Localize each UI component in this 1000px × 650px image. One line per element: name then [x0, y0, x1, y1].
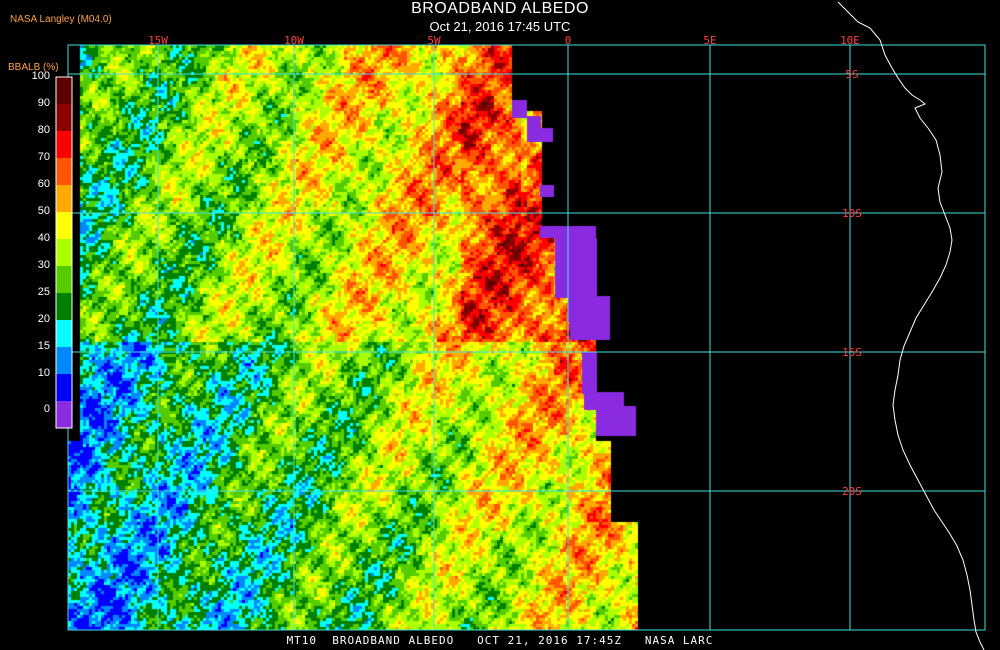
colorbar-tick-label: 10 — [37, 367, 50, 379]
colorbar-swatch — [56, 185, 72, 212]
colorbar-tick-label: 15 — [37, 340, 50, 352]
colorbar-swatch — [56, 77, 72, 104]
latitude-label: 20S — [842, 485, 862, 498]
colorbar-tick-label: 30 — [37, 259, 50, 271]
colorbar-tick-label: 80 — [37, 124, 50, 136]
colorbar-swatch — [56, 401, 72, 428]
colorbar-tick-label: 70 — [37, 151, 50, 163]
colorbar-swatch — [56, 239, 72, 266]
colorbar-tick-label: 50 — [37, 205, 50, 217]
colorbar-tick-label: 0 — [43, 403, 50, 415]
latitude-label: 5S — [845, 68, 858, 81]
map-subtitle: Oct 21, 2016 17:45 UTC — [429, 19, 571, 34]
colorbar-tick-label: 25 — [37, 286, 50, 298]
colorbar-tick-label: 20 — [37, 313, 50, 325]
colorbar-swatch — [56, 293, 72, 320]
colorbar-swatch — [56, 104, 72, 131]
colorbar-tick-label: 90 — [37, 97, 50, 109]
map-title: BROADBAND ALBEDO — [411, 0, 589, 17]
colorbar-swatch — [56, 320, 72, 347]
latitude-label: 10S — [842, 207, 862, 220]
latitude-label: 15S — [842, 346, 862, 359]
colorbar-swatch — [56, 374, 72, 401]
map-canvas: 15W 10W 5W 0 5E 10E5S10S15S20S — [0, 0, 1000, 650]
colorbar-swatch — [56, 212, 72, 239]
colorbar-swatch — [56, 347, 72, 374]
colorbar-tick-label: 40 — [37, 232, 50, 244]
colorbar-swatch — [56, 266, 72, 293]
colorbar-tick-label: 100 — [31, 70, 50, 82]
colorbar-swatch — [56, 158, 72, 185]
colorbar-swatch — [56, 131, 72, 158]
colorbar-tick-label: 60 — [37, 178, 50, 190]
footer-caption: MT10 BROADBAND ALBEDO OCT 21, 2016 17:45… — [286, 634, 714, 647]
